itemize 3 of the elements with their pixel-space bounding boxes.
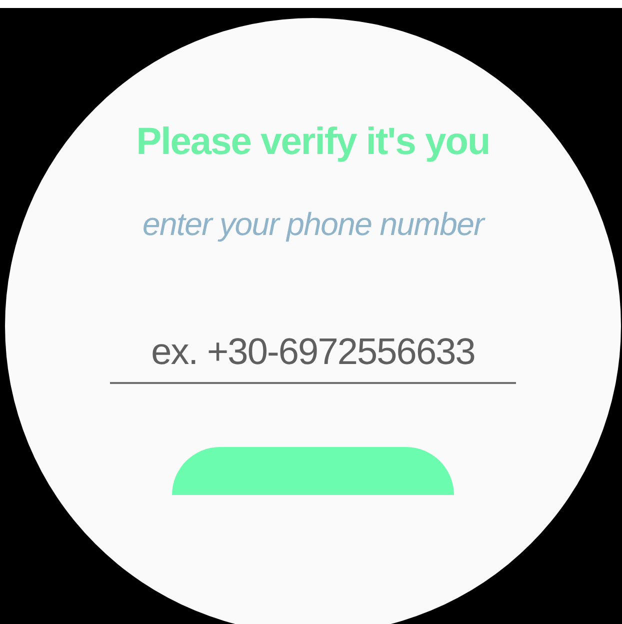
subtitle: enter your phone number: [142, 205, 484, 244]
title: Please verify it's you: [136, 120, 490, 165]
phone-input-field[interactable]: ex. +30-6972556633: [110, 328, 516, 384]
